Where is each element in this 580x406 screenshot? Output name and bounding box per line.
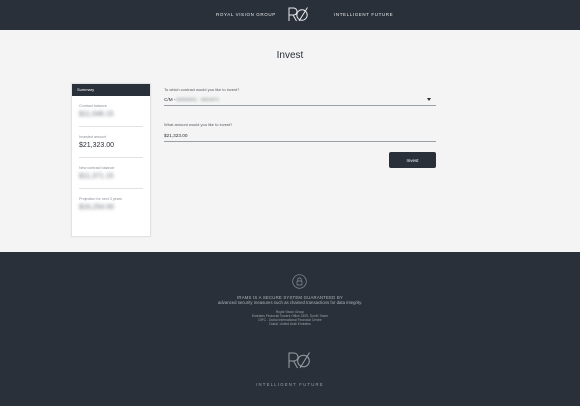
amount-input[interactable]: $21,323.00: [164, 132, 436, 142]
contract-number: 00000001 · 8654871: [176, 97, 220, 102]
summary-item-projection: Projection for next 3 years $16,254.00: [72, 197, 150, 213]
summary-label: Contract balance: [79, 104, 107, 108]
summary-item-new-contract-balance: New contract balance $11,371.15: [72, 166, 150, 182]
summary-value: $16,254.00: [79, 204, 115, 211]
page-title: Invest: [276, 50, 304, 61]
summary-value: $11,371.15: [79, 173, 114, 180]
amount-question-label: What amount would you like to invest?: [164, 122, 233, 127]
rvg-logo-icon[interactable]: [287, 6, 309, 23]
divider: [79, 157, 143, 158]
summary-label: New contract balance: [79, 166, 115, 170]
summary-card: Summary Contract balance $11,048.15 Inve…: [71, 83, 151, 237]
top-header: ROYAL VISION GROUP INTELLIGENT FUTURE: [0, 0, 580, 30]
address-line: Dubai, United Arab Emirates: [269, 322, 311, 326]
contract-select[interactable]: C/M - 00000001 · 8654871: [164, 97, 436, 106]
summary-item-invested-amount: Invested amount $21,323.00: [72, 135, 150, 151]
divider: [79, 188, 143, 189]
rvg-footer-logo-icon: [288, 352, 310, 369]
invest-form: To which contract would you like to inve…: [164, 87, 436, 142]
invest-button[interactable]: Invest: [389, 152, 436, 168]
contract-prefix: C/M -: [164, 97, 176, 102]
summary-value: $21,323.00: [79, 142, 115, 149]
summary-item-contract-balance: Contract balance $11,048.15: [72, 104, 150, 120]
summary-value: $11,048.15: [79, 111, 114, 118]
main-content: Invest Summary Contract balance $11,048.…: [0, 30, 580, 252]
summary-label: Invested amount: [79, 135, 107, 139]
brand-name: ROYAL VISION GROUP: [216, 12, 276, 17]
footer-tagline: INTELLIGENT FUTURE: [256, 382, 324, 387]
footer: IRAMS IS A SECURE SYSTEM GUARANTEED BY a…: [0, 252, 580, 406]
summary-label: Projection for next 3 years: [79, 197, 122, 201]
security-subtitle: advanced security measures such as chain…: [217, 300, 363, 305]
brand-tagline: INTELLIGENT FUTURE: [334, 12, 394, 17]
lock-icon: [292, 274, 307, 289]
chevron-down-icon[interactable]: [427, 98, 431, 101]
summary-heading: Summary: [72, 84, 150, 96]
divider: [79, 126, 143, 127]
contract-question-label: To which contract would you like to inve…: [164, 87, 240, 92]
